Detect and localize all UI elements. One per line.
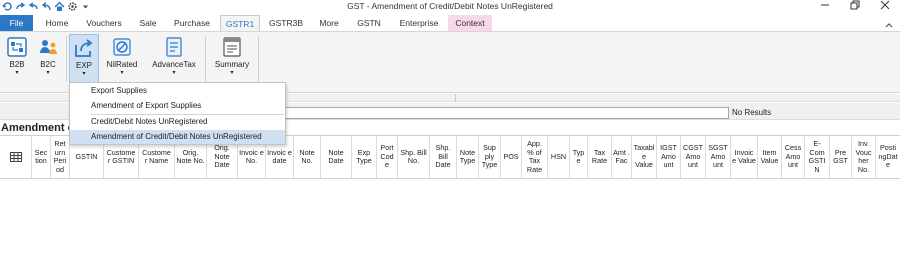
tab-gstr3b[interactable]: GSTR3B: [266, 15, 306, 31]
column-header[interactable]: Port Cod e: [377, 136, 398, 178]
summary-button[interactable]: Summary ▾: [212, 34, 252, 84]
page-title: Amendment o: [1, 122, 75, 134]
tab-more[interactable]: More: [314, 15, 344, 31]
chevron-down-icon: ▾: [172, 70, 176, 76]
menu-item-amendment-export-supplies[interactable]: Amendment of Export Supplies: [70, 99, 285, 113]
b2b-button[interactable]: B2B ▾: [4, 34, 30, 84]
tab-vouchers[interactable]: Vouchers: [82, 15, 126, 31]
chevron-down-icon: ▾: [82, 71, 86, 77]
advancetax-button[interactable]: AdvanceTax ▾: [149, 34, 199, 84]
column-header[interactable]: HSN: [548, 136, 570, 178]
column-header[interactable]: Posti ngDat e: [876, 136, 900, 178]
column-header[interactable]: App. % of Tax Rate: [522, 136, 548, 178]
column-header[interactable]: Exp Type: [352, 136, 377, 178]
search-status: No Results: [732, 108, 772, 117]
column-header[interactable]: E- Com GSTI N: [805, 136, 830, 178]
summary-label: Summary: [214, 60, 250, 69]
column-header[interactable]: Note Type: [457, 136, 479, 178]
column-header[interactable]: Inv. Vouc her No.: [852, 136, 876, 178]
column-header[interactable]: POS: [501, 136, 522, 178]
ribbon-separator: [66, 36, 67, 82]
close-button[interactable]: [870, 0, 900, 15]
column-header[interactable]: Shp. Bill No.: [398, 136, 430, 178]
menu-item-credit-debit-notes-unregistered[interactable]: Credit/Debit Notes UnRegistered: [70, 115, 285, 129]
column-header[interactable]: Shp. Bill Date: [430, 136, 457, 178]
column-header[interactable]: Taxabl e Value: [632, 136, 657, 178]
column-header[interactable]: Sup ply Type: [479, 136, 501, 178]
tab-purchase[interactable]: Purchase: [170, 15, 214, 31]
ribbon-tabs: File Home Vouchers Sale Purchase GSTR1 G…: [0, 15, 900, 31]
tab-home[interactable]: Home: [40, 15, 74, 31]
column-header[interactable]: Invoic e Value: [731, 136, 758, 178]
summary-icon: [223, 37, 241, 57]
column-chooser-icon[interactable]: [0, 136, 32, 178]
column-header[interactable]: Typ e: [570, 136, 588, 178]
advancetax-icon: [166, 37, 182, 57]
column-header[interactable]: Item Value: [758, 136, 782, 178]
chevron-down-icon: ▾: [230, 70, 234, 76]
tab-gstr1[interactable]: GSTR1: [220, 15, 260, 31]
search-input[interactable]: [285, 107, 729, 119]
exp-dropdown-menu: Export Supplies Amendment of Export Supp…: [69, 82, 286, 145]
menu-item-amendment-credit-debit-notes-unregistered[interactable]: Amendment of Credit/Debit Notes UnRegist…: [70, 130, 285, 144]
column-header[interactable]: SGST Amo unt: [706, 136, 731, 178]
exp-label: EXP: [75, 61, 92, 70]
ribbon-separator: [205, 36, 206, 82]
column-header[interactable]: IGST Amo unt: [657, 136, 681, 178]
b2b-label: B2B: [9, 60, 25, 69]
advancetax-label: AdvanceTax: [152, 60, 196, 69]
tab-file[interactable]: File: [0, 15, 33, 31]
exp-button[interactable]: EXP ▾: [69, 34, 99, 84]
column-header[interactable]: Note No.: [294, 136, 321, 178]
menu-item-export-supplies[interactable]: Export Supplies: [70, 84, 285, 98]
b2c-icon: [40, 40, 57, 54]
nilrated-icon: [113, 38, 131, 56]
ribbon-collapse-icon[interactable]: [884, 18, 894, 28]
window-title: GST - Amendment of Credit/Debit Notes Un…: [347, 1, 553, 11]
b2b-icon: [7, 37, 27, 57]
column-header[interactable]: Tax Rate: [588, 136, 612, 178]
tab-enterprise[interactable]: Enterprise: [394, 15, 444, 31]
restore-button[interactable]: [840, 0, 870, 15]
chevron-down-icon: ▾: [120, 70, 124, 76]
chevron-down-icon: ▾: [46, 70, 50, 76]
column-header[interactable]: Amt . Fac: [612, 136, 632, 178]
b2c-label: B2C: [40, 60, 56, 69]
tab-context[interactable]: Context: [448, 15, 492, 31]
column-header[interactable]: Ret urn Peri od: [51, 136, 70, 178]
nilrated-label: NilRated: [106, 60, 138, 69]
title-bar: GST - Amendment of Credit/Debit Notes Un…: [0, 0, 900, 15]
b2c-button[interactable]: B2C ▾: [35, 34, 61, 84]
nilrated-button[interactable]: NilRated ▾: [104, 34, 140, 84]
ribbon-separator: [258, 36, 259, 82]
tab-sale[interactable]: Sale: [134, 15, 162, 31]
chevron-down-icon: ▾: [15, 70, 19, 76]
column-header[interactable]: Sec tion: [32, 136, 51, 178]
minimize-button[interactable]: [810, 0, 840, 15]
column-header[interactable]: CGST Amo unt: [681, 136, 706, 178]
tab-gstn[interactable]: GSTN: [352, 15, 386, 31]
column-header[interactable]: Cess Amo unt: [782, 136, 805, 178]
export-icon: [75, 39, 93, 57]
column-header[interactable]: Note Date: [321, 136, 352, 178]
column-header[interactable]: Pre GST: [830, 136, 852, 178]
splitter[interactable]: [455, 94, 456, 102]
